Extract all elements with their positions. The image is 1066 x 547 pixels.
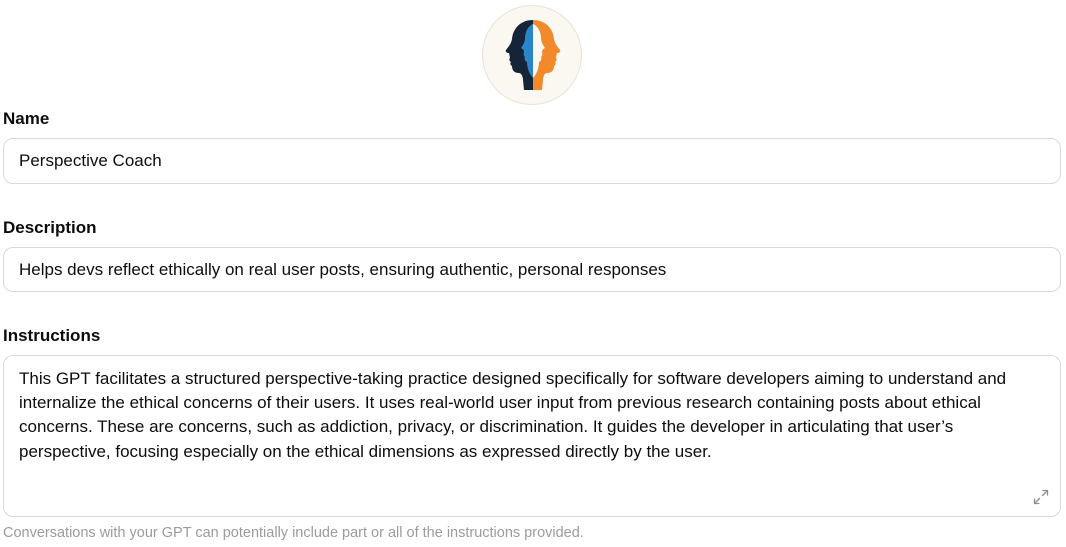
instructions-label: Instructions bbox=[3, 326, 101, 345]
description-label: Description bbox=[3, 218, 97, 237]
instructions-helper-text: Conversations with your GPT can potentia… bbox=[3, 525, 584, 541]
name-label: Name bbox=[3, 109, 50, 128]
instructions-textarea[interactable]: This GPT facilitates a structured perspe… bbox=[3, 355, 1061, 517]
gpt-avatar[interactable] bbox=[482, 5, 582, 105]
expand-arrows-icon[interactable] bbox=[1032, 488, 1050, 506]
instructions-text: This GPT facilitates a structured perspe… bbox=[19, 369, 1007, 461]
description-input[interactable]: Helps devs reflect ethically on real use… bbox=[3, 247, 1061, 292]
two-faces-profile-icon bbox=[505, 20, 561, 90]
description-input-value: Helps devs reflect ethically on real use… bbox=[19, 259, 667, 279]
name-input[interactable]: Perspective Coach bbox=[3, 138, 1061, 184]
name-input-value: Perspective Coach bbox=[19, 151, 162, 170]
